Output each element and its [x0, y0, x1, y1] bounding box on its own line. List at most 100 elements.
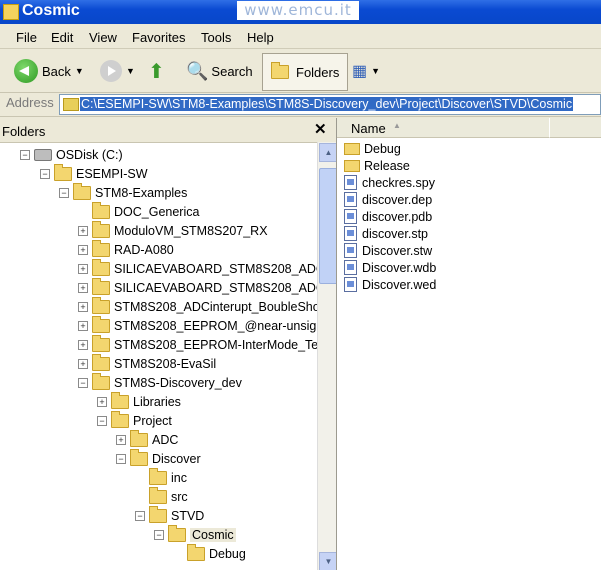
file-name: discover.stp	[362, 226, 429, 241]
list-item[interactable]: Release	[344, 157, 410, 174]
list-item[interactable]: checkres.spy	[344, 174, 435, 191]
chevron-down-icon[interactable]: ▼	[126, 66, 135, 76]
tree-item[interactable]: − Discover	[116, 449, 201, 468]
folder-icon	[344, 142, 360, 155]
folder-icon	[111, 411, 129, 428]
file-icon	[344, 226, 357, 241]
folders-button[interactable]: Folders	[262, 53, 348, 91]
menu-tools[interactable]: Tools	[201, 30, 231, 45]
expand-icon[interactable]: +	[78, 321, 88, 331]
expand-icon[interactable]: +	[97, 397, 107, 407]
expand-icon[interactable]: +	[116, 435, 126, 445]
forward-button[interactable]: ▼	[100, 53, 135, 89]
expand-icon[interactable]: +	[78, 226, 88, 236]
tree-item[interactable]: − OSDisk (C:)	[20, 146, 123, 164]
collapse-icon[interactable]: −	[116, 454, 126, 464]
folders-label: Folders	[296, 64, 340, 80]
tree-item[interactable]: + ModuloVM_STM8S207_RX	[78, 221, 268, 240]
tree-item[interactable]: + STM8S208_EEPROM_@near-unsign	[78, 316, 324, 335]
back-button[interactable]: Back ▼	[14, 53, 84, 89]
collapse-icon[interactable]: −	[40, 169, 50, 179]
vertical-scrollbar[interactable]: ▲ ▼	[317, 142, 336, 570]
title-bar[interactable]: Cosmic www.emcu.it	[0, 0, 601, 24]
tree-item[interactable]: src	[135, 487, 188, 506]
scroll-down-icon[interactable]: ▼	[319, 552, 336, 570]
tree-item-label: ModuloVM_STM8S207_RX	[114, 224, 268, 238]
list-item[interactable]: discover.dep	[344, 191, 432, 208]
tree-item[interactable]: + STM8S208_ADCinterupt_BoubleSho	[78, 297, 320, 316]
search-label: Search	[211, 63, 253, 79]
menu-help[interactable]: Help	[247, 30, 274, 45]
views-button[interactable]: ▦ ▼	[352, 53, 380, 89]
tree-item[interactable]: + ADC	[116, 430, 178, 449]
collapse-icon[interactable]: −	[97, 416, 107, 426]
tree-item[interactable]: inc	[135, 468, 187, 487]
search-button[interactable]: 🔍 Search	[186, 53, 253, 89]
tree-item[interactable]: + RAD-A080	[78, 240, 174, 259]
up-folder-button[interactable]: ⬆	[148, 53, 165, 89]
collapse-icon[interactable]: −	[78, 378, 88, 388]
folder-icon	[130, 430, 148, 447]
chevron-down-icon[interactable]: ▼	[75, 66, 84, 76]
tree-item[interactable]: + SILICAEVABOARD_STM8S208_ADC_	[78, 278, 332, 297]
tree-item[interactable]: DOC_Generica	[78, 202, 200, 221]
collapse-icon[interactable]: −	[154, 530, 164, 540]
folder-icon	[92, 221, 110, 238]
scroll-up-icon[interactable]: ▲	[319, 143, 336, 162]
folder-icon	[92, 202, 110, 219]
disk-icon	[34, 149, 52, 161]
tree-item[interactable]: − STVD	[135, 506, 205, 525]
tree-item[interactable]: + STM8S208_EEPROM-InterMode_Te	[78, 335, 318, 354]
tree-item-label: DOC_Generica	[114, 205, 200, 219]
tree-item-label: STM8S208-EvaSil	[114, 357, 217, 371]
tree-item[interactable]: Debug	[173, 544, 246, 563]
list-item[interactable]: Discover.wed	[344, 276, 436, 293]
scroll-thumb[interactable]	[319, 168, 336, 284]
expand-icon[interactable]: +	[78, 245, 88, 255]
address-value[interactable]: C:\ESEMPI-SW\STM8-Examples\STM8S-Discove…	[80, 97, 574, 111]
file-name: discover.dep	[362, 192, 433, 207]
forward-arrow-icon	[100, 60, 122, 82]
menu-file[interactable]: File	[16, 30, 37, 45]
column-header-filler	[549, 118, 601, 138]
tree-item-label: STVD	[171, 509, 205, 523]
menu-view[interactable]: View	[89, 30, 117, 45]
list-item[interactable]: Discover.stw	[344, 242, 432, 259]
tree-item-label: RAD-A080	[114, 243, 174, 257]
list-item[interactable]: Discover.wdb	[344, 259, 436, 276]
tree-item[interactable]: − Cosmic	[154, 525, 236, 544]
collapse-icon[interactable]: −	[135, 511, 145, 521]
tree-item-label: Discover	[152, 452, 201, 466]
tree-item[interactable]: − STM8-Examples	[59, 183, 187, 202]
tree-item-label: ESEMPI-SW	[76, 167, 148, 181]
expand-icon[interactable]: +	[78, 340, 88, 350]
tree-item[interactable]: + Libraries	[97, 392, 181, 411]
expand-icon[interactable]: +	[78, 359, 88, 369]
file-name: discover.pdb	[362, 209, 433, 224]
tree-item[interactable]: + SILICAEVABOARD_STM8S208_ADC	[78, 259, 325, 278]
list-item[interactable]: discover.stp	[344, 225, 428, 242]
expand-icon[interactable]: +	[78, 302, 88, 312]
address-field[interactable]: C:\ESEMPI-SW\STM8-Examples\STM8S-Discove…	[59, 94, 601, 115]
collapse-icon[interactable]: −	[59, 188, 69, 198]
column-header-name[interactable]: Name ▲	[337, 118, 549, 138]
search-icon: 🔍	[186, 60, 209, 81]
tree-item[interactable]: + STM8S208-EvaSil	[78, 354, 217, 373]
chevron-down-icon[interactable]: ▼	[371, 66, 380, 76]
tree-item-label: STM8S208_EEPROM_@near-unsign	[114, 319, 324, 333]
close-icon[interactable]: ✕	[314, 120, 327, 138]
tree-item[interactable]: − Project	[97, 411, 172, 430]
tree-item-label: Project	[133, 414, 172, 428]
menu-favorites[interactable]: Favorites	[132, 30, 185, 45]
list-item[interactable]: discover.pdb	[344, 208, 432, 225]
list-item[interactable]: Debug	[344, 140, 401, 157]
tree-item[interactable]: − STM8S-Discovery_dev	[78, 373, 242, 392]
tree-item-label: OSDisk (C:)	[56, 148, 123, 162]
tree-item-label: SILICAEVABOARD_STM8S208_ADC	[114, 262, 325, 276]
toolbar: Back ▼ ▼ ⬆ 🔍 Search Folders ▦ ▼	[0, 49, 601, 93]
menu-edit[interactable]: Edit	[51, 30, 73, 45]
tree-item[interactable]: − ESEMPI-SW	[40, 164, 148, 183]
expand-icon[interactable]: +	[78, 264, 88, 274]
collapse-icon[interactable]: −	[20, 150, 30, 160]
expand-icon[interactable]: +	[78, 283, 88, 293]
